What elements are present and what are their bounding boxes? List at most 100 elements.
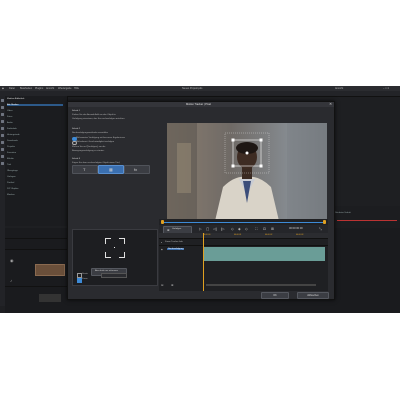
- library-item[interactable]: Effekte: [7, 158, 14, 160]
- video-clip[interactable]: [35, 264, 65, 276]
- snapshot-icon[interactable]: ⊡: [263, 227, 266, 231]
- keyframe-next-icon[interactable]: ◇: [245, 227, 248, 231]
- cancel-button[interactable]: Abbrechen: [297, 292, 329, 299]
- ruler-tick-label: 00:00:02: [265, 234, 273, 236]
- dialog-titlebar: Motion Tracker | Pixel ✕: [68, 102, 334, 107]
- timeline-track[interactable]: [5, 228, 67, 239]
- library-item[interactable]: Vorlagen: [7, 176, 16, 178]
- library-item[interactable]: Übergänge: [7, 170, 18, 172]
- expand-icon[interactable]: ⤡: [319, 227, 322, 231]
- library-item[interactable]: Alle Medien: [7, 104, 63, 106]
- tracker-row-label[interactable]: Nachverfolgung: [167, 248, 185, 250]
- motion-tracker-dialog: Motion Tracker | Pixel ✕ Schritt 1 Ziehe…: [67, 101, 335, 300]
- step3-heading: Schritt 3: [72, 158, 81, 160]
- track-eye-icon[interactable]: ◉: [10, 258, 14, 263]
- timeline-playhead[interactable]: [203, 233, 204, 291]
- add-effect-button[interactable]: fx: [124, 165, 150, 174]
- track-audio-icon[interactable]: ♪: [10, 278, 12, 283]
- library-item[interactable]: Masken: [7, 194, 15, 196]
- title-icon: T: [83, 167, 86, 172]
- prev-frame-icon[interactable]: ◁|: [213, 227, 217, 231]
- zoom-checkbox-label: Zoom: [82, 278, 88, 280]
- audio-clip[interactable]: [39, 294, 61, 302]
- app-screen: ◆ Datei Bearbeiten Plugins Ansicht Wiede…: [0, 86, 400, 313]
- frame-corner: [119, 252, 125, 258]
- step2-subheading: Nachverfolgungsmethode auswählen: [72, 132, 108, 134]
- dialog-title: Motion Tracker | Pixel: [186, 103, 211, 106]
- keyframe-add-icon[interactable]: ◈: [238, 227, 241, 231]
- menu-playback[interactable]: Wiedergabe: [58, 87, 71, 90]
- right-panel-label: Nächster Schritt: [335, 212, 351, 214]
- media-room-icon[interactable]: [1, 99, 4, 102]
- fit-icon[interactable]: ⛶: [255, 227, 257, 231]
- timeline-marker: [337, 220, 397, 221]
- menu-edit[interactable]: Bearbeiten: [20, 87, 32, 90]
- timeline-scrollbar[interactable]: [206, 284, 316, 286]
- timeline-track[interactable]: [5, 239, 67, 250]
- transition-room-icon[interactable]: [1, 134, 4, 137]
- library-item[interactable]: PiP Objekte: [7, 188, 19, 190]
- preview-frame-image: [167, 123, 327, 221]
- target-center-dot: [113, 246, 115, 248]
- tracker-timeline: 00:00:00 00:00:01 00:00:02 00:00:03 ▾ Zo…: [159, 233, 328, 291]
- library-item[interactable]: Farbtafeln: [7, 128, 17, 130]
- close-icon[interactable]: ✕: [329, 102, 332, 106]
- library-item[interactable]: Titel: [7, 164, 11, 166]
- audio-room-icon[interactable]: [1, 141, 4, 144]
- playback-controls: ⊕ Verfolgen ▷ ▢ ◁| |▷ ◇ ◈ ◇ ⛶ ⊡ ⊞ 00:00:…: [159, 225, 328, 234]
- play-icon[interactable]: ▷: [199, 227, 202, 231]
- pip-room-icon[interactable]: [1, 113, 4, 116]
- voice-room-icon[interactable]: [1, 148, 4, 151]
- keyframe-prev-icon[interactable]: ◇: [231, 227, 234, 231]
- start-value-field[interactable]: [101, 273, 127, 278]
- menu-view[interactable]: Ansicht: [46, 87, 54, 90]
- scrub-start-handle[interactable]: [161, 220, 164, 224]
- fx-icon: fx: [134, 167, 138, 172]
- subtitle-room-icon[interactable]: [1, 162, 4, 165]
- menu-file[interactable]: Datei: [9, 87, 15, 90]
- chapter-room-icon[interactable]: [1, 155, 4, 158]
- menu-right[interactable]: Ansicht: [335, 87, 343, 90]
- video-preview[interactable]: [167, 123, 327, 221]
- tracking-range-clip[interactable]: [203, 247, 325, 261]
- library-item[interactable]: Projekte: [7, 146, 15, 148]
- right-panel: Nächster Schritt: [333, 206, 400, 228]
- frame-corner: [119, 238, 125, 244]
- menu-plugins[interactable]: Plugins: [35, 87, 43, 90]
- library-item[interactable]: Hintergründe: [7, 134, 20, 136]
- menu-help[interactable]: Hilfe: [74, 87, 79, 90]
- library-item[interactable]: Favoriten: [7, 152, 16, 154]
- mosaic-icon: ▦: [109, 167, 113, 172]
- stop-icon[interactable]: ▢: [206, 227, 209, 231]
- add-title-button[interactable]: T: [72, 165, 98, 174]
- fx-room-icon[interactable]: [1, 106, 4, 109]
- library-item[interactable]: Partikel: [7, 182, 14, 184]
- step3-text: Fügen Sie dem nachverfolgten Objekt eine…: [72, 162, 120, 164]
- tracker-row-1: ▾ Zoom Tracker Info: [159, 239, 328, 246]
- zoom-in-icon[interactable]: ⊕: [171, 283, 174, 287]
- library-item[interactable]: Downloads: [7, 140, 18, 142]
- timecode-display: 00:00:00:00: [289, 227, 303, 230]
- add-mosaic-button[interactable]: ▦: [98, 165, 124, 174]
- scrub-track[interactable]: [162, 221, 325, 223]
- step1-heading: Schritt 1: [72, 110, 81, 112]
- window-controls-icon[interactable]: – □ ✕: [383, 87, 389, 90]
- title-room-icon[interactable]: [1, 127, 4, 130]
- app-logo-icon: ◆: [2, 87, 4, 90]
- scrub-end-handle[interactable]: [323, 220, 326, 224]
- particle-room-icon[interactable]: [1, 120, 4, 123]
- row-expand-icon[interactable]: ▾: [161, 241, 162, 244]
- library-item[interactable]: Fotos: [7, 116, 12, 118]
- row-eye-icon[interactable]: ◉: [161, 248, 163, 251]
- library-item[interactable]: Video: [7, 110, 13, 112]
- library-item[interactable]: Audio: [7, 122, 13, 124]
- ruler-tick-label: 00:00:00: [203, 234, 211, 236]
- tracker-row-label: Zoom Tracker Info: [165, 240, 183, 243]
- zoom-out-icon[interactable]: ⊖: [161, 283, 164, 287]
- library-header: Medien-Bibliothek: [7, 98, 25, 100]
- ok-button[interactable]: OK: [261, 292, 289, 299]
- frame-corner: [105, 238, 111, 244]
- next-frame-icon[interactable]: |▷: [221, 227, 225, 231]
- zoom-icon[interactable]: ⊞: [271, 227, 274, 231]
- timeline-track[interactable]: [5, 276, 67, 287]
